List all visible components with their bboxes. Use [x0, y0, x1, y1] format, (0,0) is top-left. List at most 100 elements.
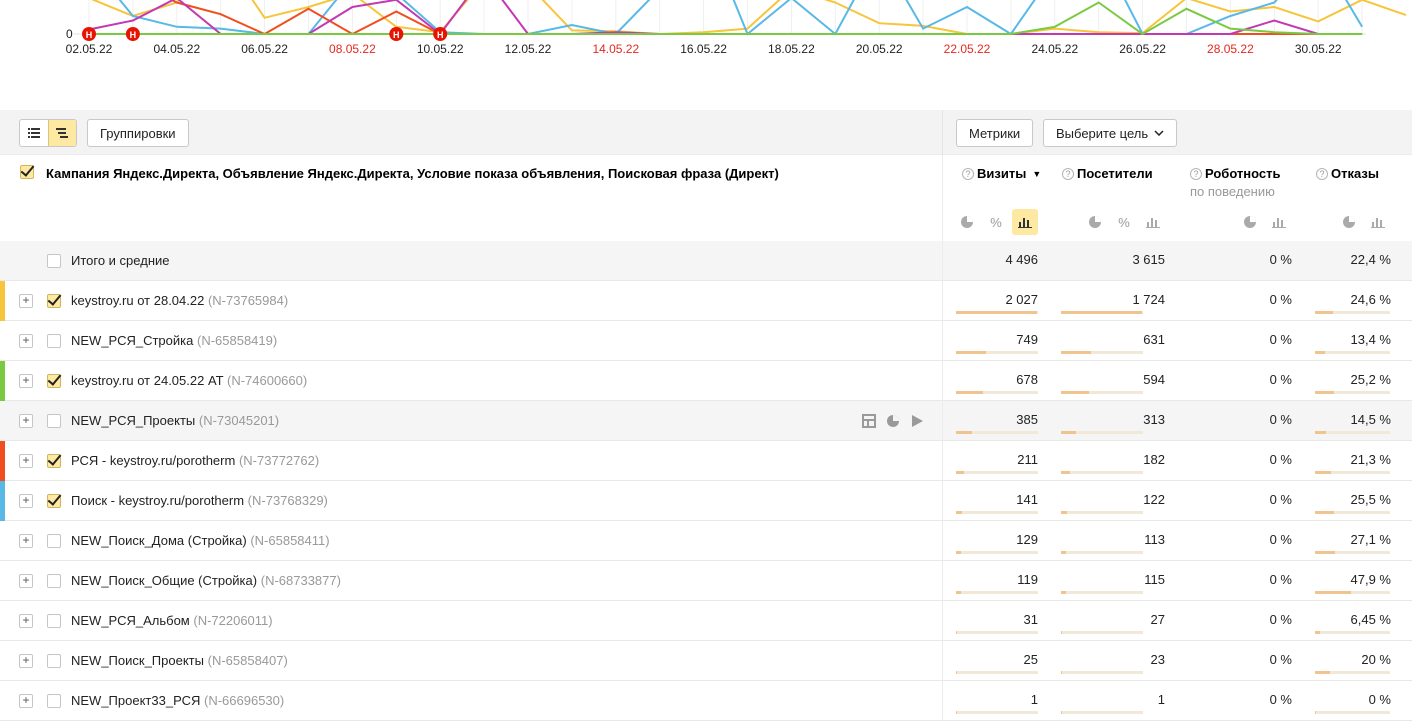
x-tick-label: 30.05.22 — [1295, 42, 1342, 56]
bounce-pie-mode-button[interactable] — [1336, 209, 1362, 235]
pie-icon — [1089, 216, 1101, 228]
row-divider — [942, 521, 943, 561]
table-row[interactable]: + Поиск - keystroy.ru/porotherm (N-737683… — [0, 481, 1412, 521]
visits-column-header[interactable]: ? Визиты ▼ — [962, 166, 1041, 181]
table-icon[interactable] — [862, 414, 876, 431]
tree-view-icon[interactable] — [47, 120, 76, 146]
table-row[interactable]: + NEW_РСЯ_Альбом (N-72206011) 31 27 0 % 6,45 … — [0, 601, 1412, 641]
row-label[interactable]: NEW_Поиск_Проекты (N-65858407) — [71, 653, 288, 668]
bounce-share-bar — [1315, 551, 1390, 554]
help-icon[interactable]: ? — [1190, 167, 1202, 180]
bounce-share-bar — [1315, 591, 1390, 594]
goal-select[interactable]: Выберите цель — [1043, 119, 1178, 147]
visits-share-bar — [956, 431, 1038, 434]
select-all-checkbox[interactable] — [20, 165, 34, 179]
row-label[interactable]: NEW_Поиск_Дома (Стройка) (N-65858411) — [71, 533, 330, 548]
row-checkbox[interactable] — [47, 454, 61, 468]
expand-row-button[interactable]: + — [19, 454, 33, 468]
bounce-share-bar-fill — [1315, 631, 1320, 634]
bounce-value: 20 % — [1361, 652, 1391, 667]
series-color-marker — [0, 361, 5, 401]
row-label[interactable]: keystroy.ru от 28.04.22 (N-73765984) — [71, 293, 288, 308]
robot-bar-mode-button[interactable] — [1266, 209, 1292, 235]
campaign-name: keystroy.ru от 28.04.22 — [71, 293, 205, 308]
visits-bar-mode-button[interactable] — [1012, 209, 1038, 235]
expand-row-button[interactable]: + — [19, 294, 33, 308]
header-divider — [942, 155, 943, 241]
bounce-bar-mode-button[interactable] — [1365, 209, 1391, 235]
visitors-column-header[interactable]: ? Посетители — [1062, 166, 1153, 181]
metrics-button[interactable]: Метрики — [956, 119, 1034, 147]
robot-value: 0 % — [1269, 652, 1292, 667]
row-checkbox[interactable] — [47, 374, 61, 388]
row-label[interactable]: NEW_РСЯ_Альбом (N-72206011) — [71, 613, 273, 628]
help-icon[interactable]: ? — [1062, 167, 1074, 180]
row-label[interactable]: NEW_Поиск_Общие (Стройка) (N-68733877) — [71, 573, 341, 588]
robot-column-header[interactable]: ? Роботность — [1190, 166, 1281, 181]
row-checkbox[interactable] — [47, 614, 61, 628]
pie-icon[interactable] — [886, 414, 900, 431]
visits-value: 129 — [1016, 532, 1038, 547]
row-divider — [942, 401, 943, 441]
expand-row-button[interactable]: + — [19, 414, 33, 428]
visitors-pie-mode-button[interactable] — [1082, 209, 1108, 235]
expand-row-button[interactable]: + — [19, 334, 33, 348]
row-label[interactable]: NEW_РСЯ_Стройка (N-65858419) — [71, 333, 277, 348]
play-icon[interactable] — [910, 414, 924, 431]
row-checkbox[interactable] — [47, 294, 61, 308]
row-label[interactable]: РСЯ - keystroy.ru/porotherm (N-73772762) — [71, 453, 319, 468]
robot-value: 0 % — [1269, 572, 1292, 587]
row-checkbox[interactable] — [47, 534, 61, 548]
table-row[interactable]: + NEW_Поиск_Дома (Стройка) (N-65858411) 12… — [0, 521, 1412, 561]
visitors-share-bar-fill — [1061, 431, 1076, 434]
expand-row-button[interactable]: + — [19, 574, 33, 588]
table-row[interactable]: + РСЯ - keystroy.ru/porotherm (N-73772762… — [0, 441, 1412, 481]
robot-pie-mode-button[interactable] — [1237, 209, 1263, 235]
visitors-bar-mode-button[interactable] — [1140, 209, 1166, 235]
row-label[interactable]: Поиск - keystroy.ru/porotherm (N-7376832… — [71, 493, 328, 508]
expand-row-button[interactable]: + — [19, 694, 33, 708]
table-row[interactable]: + NEW_РСЯ_Проекты (N-73045201) 385 313 0 % 14… — [0, 401, 1412, 441]
row-checkbox[interactable] — [47, 334, 61, 348]
visits-pie-mode-button[interactable] — [954, 209, 980, 235]
table-row[interactable]: + NEW_РСЯ_Стройка (N-65858419) 749 631 0 % 13… — [0, 321, 1412, 361]
visits-value: 119 — [1017, 572, 1038, 587]
visitors-share-bar-fill — [1061, 551, 1066, 554]
bounce-value: 6,45 % — [1350, 612, 1391, 627]
expand-row-button[interactable]: + — [19, 534, 33, 548]
row-checkbox[interactable] — [47, 654, 61, 668]
table-row[interactable]: + NEW_Поиск_Общие (Стройка) (N-68733877) 1… — [0, 561, 1412, 601]
visits-percent-mode-button[interactable]: % — [983, 209, 1009, 235]
bounce-share-bar — [1315, 511, 1390, 514]
bounce-column-header[interactable]: ? Отказы — [1316, 166, 1379, 181]
table-row[interactable]: + keystroy.ru от 28.04.22 (N-73765984) 2 0… — [0, 281, 1412, 321]
row-checkbox[interactable] — [47, 694, 61, 708]
x-tick-label: 02.05.22 — [66, 42, 113, 56]
expand-row-button[interactable]: + — [19, 374, 33, 388]
dimensions-header[interactable]: Кампания Яндекс.Директа, Объявление Янде… — [46, 166, 779, 181]
table-row[interactable]: + keystroy.ru от 24.05.22 AT (N-74600660)… — [0, 361, 1412, 401]
expand-row-button[interactable]: + — [19, 654, 33, 668]
groupings-button[interactable]: Группировки — [87, 119, 189, 147]
table-row[interactable]: + NEW_Проект33_РСЯ (N-66696530) 1 1 0 % 0 % — [0, 681, 1412, 721]
help-icon[interactable]: ? — [962, 167, 974, 180]
row-checkbox[interactable] — [47, 574, 61, 588]
visits-share-bar-fill — [956, 351, 986, 354]
help-icon[interactable]: ? — [1316, 167, 1328, 180]
visitors-value: 115 — [1144, 572, 1165, 587]
row-label[interactable]: keystroy.ru от 24.05.22 AT (N-74600660) — [71, 373, 307, 388]
list-view-icon[interactable] — [20, 120, 48, 146]
bars-icon — [1018, 218, 1032, 228]
table-row[interactable]: + NEW_Поиск_Проекты (N-65858407) 25 23 0 % 20… — [0, 641, 1412, 681]
row-label[interactable]: NEW_Проект33_РСЯ (N-66696530) — [71, 693, 284, 708]
visitors-share-bar-fill — [1061, 511, 1067, 514]
visitors-percent-mode-button[interactable]: % — [1111, 209, 1137, 235]
row-label[interactable]: NEW_РСЯ_Проекты (N-73045201) — [71, 413, 279, 428]
totals-checkbox[interactable] — [47, 254, 61, 268]
expand-row-button[interactable]: + — [19, 494, 33, 508]
x-tick-label: 14.05.22 — [592, 42, 639, 56]
bounce-value: 25,2 % — [1350, 372, 1391, 387]
row-checkbox[interactable] — [47, 414, 61, 428]
expand-row-button[interactable]: + — [19, 614, 33, 628]
row-checkbox[interactable] — [47, 494, 61, 508]
